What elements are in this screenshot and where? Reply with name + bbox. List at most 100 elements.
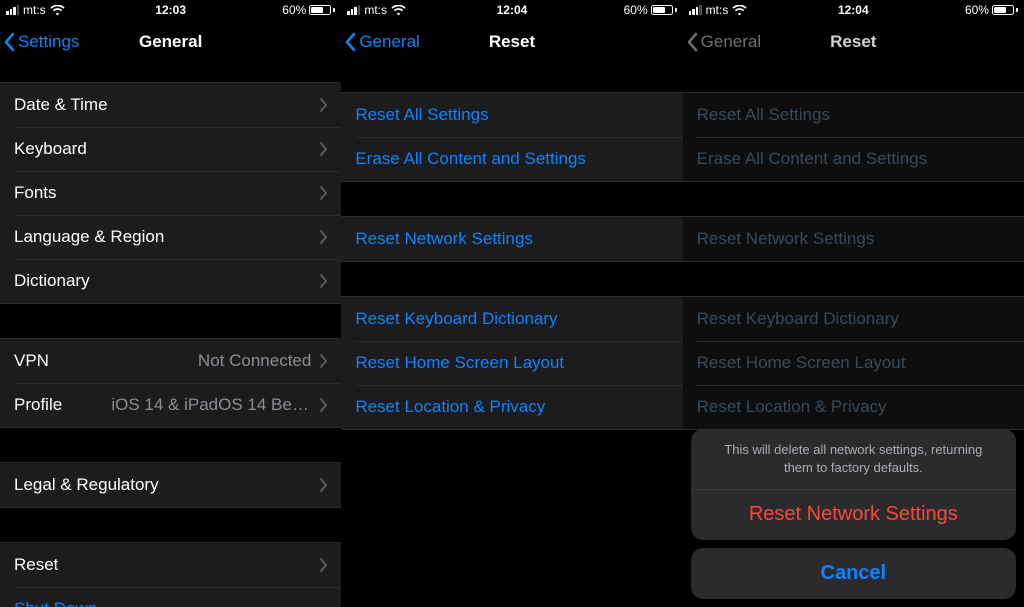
list-group: Reset Keyboard Dictionary Reset Home Scre… <box>683 296 1024 430</box>
list-item-label: Profile <box>14 395 62 415</box>
navbar: General Reset <box>341 20 682 64</box>
page-title: General <box>139 32 202 52</box>
carrier-label: mt:s <box>364 3 387 17</box>
chevron-right-icon <box>319 354 327 368</box>
navbar: General Reset <box>683 20 1024 64</box>
action-sheet-destructive[interactable]: Reset Network Settings <box>691 489 1016 540</box>
chevron-left-icon <box>4 32 16 52</box>
list-action[interactable]: Reset Network Settings <box>683 217 1024 261</box>
signal-icon <box>347 5 360 15</box>
back-label: General <box>701 32 761 52</box>
list-action-label: Reset Keyboard Dictionary <box>697 309 899 329</box>
chevron-right-icon <box>319 98 327 112</box>
list-item-detail: Not Connected <box>198 351 311 371</box>
signal-icon <box>6 5 19 15</box>
list-group: Date & Time Keyboard Fonts Language & Regio… <box>0 82 341 304</box>
list-group: Reset All Settings Erase All Content and … <box>341 92 682 182</box>
back-button[interactable]: Settings <box>0 32 79 52</box>
status-bar: mt:s12:0460% <box>683 0 1024 20</box>
list-group: VPN Not Connected Profile iOS 14 & iPadOS 1… <box>0 338 341 428</box>
action-sheet-card: This will delete all network settings, r… <box>691 429 1016 540</box>
list-action[interactable]: Reset Location & Privacy <box>683 385 1024 429</box>
list-group: Reset Shut Down <box>0 542 341 607</box>
list-action[interactable]: Erase All Content and Settings <box>683 137 1024 181</box>
list-action[interactable]: Reset Location & Privacy <box>341 385 682 429</box>
list-action-label: Erase All Content and Settings <box>697 149 928 169</box>
list-action-label: Reset All Settings <box>355 105 488 125</box>
back-button[interactable]: General <box>683 32 761 52</box>
battery-icon <box>309 5 335 15</box>
list-group: Reset All Settings Erase All Content and … <box>683 92 1024 182</box>
content: Reset All Settings Erase All Content and … <box>341 64 682 607</box>
list-item-label: Language & Region <box>14 227 164 247</box>
status-time: 12:03 <box>155 3 186 17</box>
battery-percent: 60% <box>282 3 306 17</box>
list-action-label: Erase All Content and Settings <box>355 149 586 169</box>
chevron-right-icon <box>319 142 327 156</box>
list-action-label: Reset All Settings <box>697 105 830 125</box>
list-group: Legal & Regulatory <box>0 462 341 508</box>
carrier-label: mt:s <box>706 3 729 17</box>
list-action-label: Reset Home Screen Layout <box>355 353 564 373</box>
list-action[interactable]: Reset Keyboard Dictionary <box>341 297 682 341</box>
chevron-right-icon <box>319 186 327 200</box>
list-item[interactable]: Dictionary <box>0 259 341 303</box>
list-action-label: Reset Network Settings <box>697 229 875 249</box>
wifi-icon <box>50 5 65 16</box>
chevron-right-icon <box>319 478 327 492</box>
chevron-left-icon <box>345 32 357 52</box>
wifi-icon <box>732 5 747 16</box>
list-action-label: Reset Location & Privacy <box>355 397 545 417</box>
action-sheet: This will delete all network settings, r… <box>691 429 1016 599</box>
list-group: Reset Network Settings <box>341 216 682 262</box>
status-time: 12:04 <box>497 3 528 17</box>
chevron-right-icon <box>319 398 327 412</box>
list-item-detail: iOS 14 & iPadOS 14 Beta Softwar... <box>111 395 311 415</box>
navbar: Settings General <box>0 20 341 64</box>
list-item-label: Fonts <box>14 183 57 203</box>
list-item[interactable]: Fonts <box>0 171 341 215</box>
list-item[interactable]: Profile iOS 14 & iPadOS 14 Beta Softwar..… <box>0 383 341 427</box>
list-action[interactable]: Reset Home Screen Layout <box>341 341 682 385</box>
list-item[interactable]: Keyboard <box>0 127 341 171</box>
status-bar: mt:s12:0360% <box>0 0 341 20</box>
list-action-label: Reset Home Screen Layout <box>697 353 906 373</box>
list-item-label: Keyboard <box>14 139 87 159</box>
list-action[interactable]: Shut Down <box>0 587 341 607</box>
list-action[interactable]: Reset All Settings <box>683 93 1024 137</box>
list-item[interactable]: Language & Region <box>0 215 341 259</box>
chevron-right-icon <box>319 274 327 288</box>
list-action-label: Reset Keyboard Dictionary <box>355 309 557 329</box>
status-time: 12:04 <box>838 3 869 17</box>
list-action[interactable]: Erase All Content and Settings <box>341 137 682 181</box>
list-item[interactable]: Reset <box>0 543 341 587</box>
chevron-left-icon <box>687 32 699 52</box>
list-action-label: Shut Down <box>14 599 97 607</box>
list-action-label: Reset Network Settings <box>355 229 533 249</box>
back-button[interactable]: General <box>341 32 419 52</box>
list-item-label: Reset <box>14 555 58 575</box>
list-item-label: Dictionary <box>14 271 90 291</box>
list-item[interactable]: Legal & Regulatory <box>0 463 341 507</box>
back-label: General <box>359 32 419 52</box>
page-title: Reset <box>830 32 876 52</box>
screen-1: mt:s12:0460%GeneralResetReset All Settin… <box>341 0 682 607</box>
battery-icon <box>651 5 677 15</box>
list-group: Reset Keyboard Dictionary Reset Home Scre… <box>341 296 682 430</box>
list-action[interactable]: Reset Network Settings <box>341 217 682 261</box>
list-action-label: Reset Location & Privacy <box>697 397 887 417</box>
content: Date & Time Keyboard Fonts Language & Regio… <box>0 64 341 607</box>
list-item[interactable]: Date & Time <box>0 83 341 127</box>
action-sheet-message: This will delete all network settings, r… <box>691 429 1016 488</box>
list-item-label: VPN <box>14 351 49 371</box>
list-action[interactable]: Reset Home Screen Layout <box>683 341 1024 385</box>
screen-2: mt:s12:0460%GeneralResetReset All Settin… <box>683 0 1024 607</box>
list-action[interactable]: Reset All Settings <box>341 93 682 137</box>
page-title: Reset <box>489 32 535 52</box>
action-sheet-cancel[interactable]: Cancel <box>691 548 1016 599</box>
list-item-label: Legal & Regulatory <box>14 475 159 495</box>
status-bar: mt:s12:0460% <box>341 0 682 20</box>
screen-0: mt:s12:0360%SettingsGeneralDate & TimeKe… <box>0 0 341 607</box>
list-action[interactable]: Reset Keyboard Dictionary <box>683 297 1024 341</box>
list-item[interactable]: VPN Not Connected <box>0 339 341 383</box>
